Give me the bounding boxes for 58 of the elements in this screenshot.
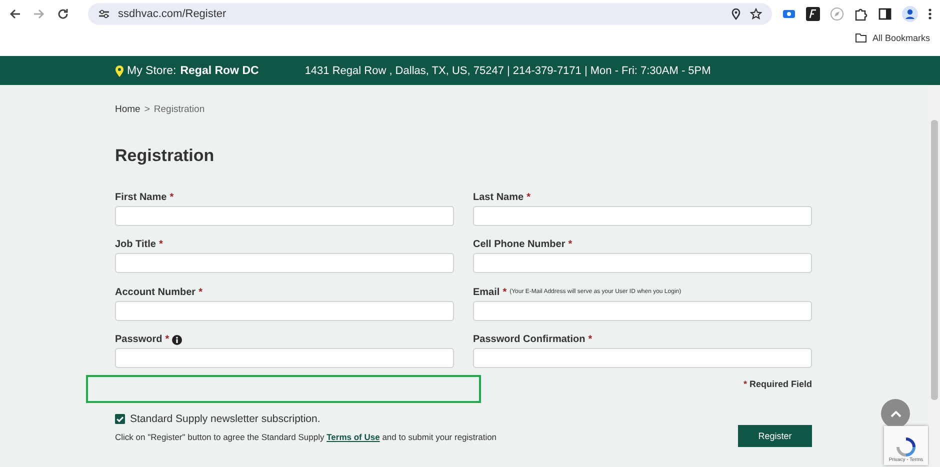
required-marker: *	[502, 286, 507, 298]
all-bookmarks-button[interactable]: All Bookmarks	[855, 33, 930, 43]
field-label: Email	[473, 286, 500, 298]
field-label: Password Confirmation	[473, 334, 586, 345]
side-panel-icon[interactable]	[878, 7, 892, 21]
info-icon[interactable]	[172, 334, 182, 344]
store-details: 1431 Regal Row , Dallas, TX, US, 75247 | 214-379-7171 | Mon - Fri: 7:30AM - 5PM	[304, 64, 711, 76]
register-button[interactable]: Register	[738, 425, 812, 447]
profile-icon[interactable]	[902, 6, 918, 22]
folder-icon	[855, 33, 868, 43]
required-marker: *	[165, 334, 170, 345]
forward-icon[interactable]	[32, 7, 46, 21]
breadcrumb-separator: >	[144, 104, 150, 115]
required-field-note: * Required Field	[743, 379, 812, 389]
input-field[interactable]	[473, 206, 812, 226]
required-marker: *	[568, 239, 572, 250]
location-pin-icon	[115, 64, 124, 76]
location-pin-icon[interactable]	[730, 8, 742, 20]
field-label: Cell Phone Number	[473, 239, 566, 250]
chevron-up-icon	[890, 410, 902, 418]
terms-link[interactable]: Terms of Use	[326, 432, 380, 442]
field-label: Job Title	[115, 239, 156, 250]
input-field[interactable]	[115, 253, 454, 273]
field-label: Last Name	[473, 192, 524, 202]
field-label: Password	[115, 334, 162, 345]
input-field[interactable]	[115, 348, 454, 368]
required-marker: *	[158, 239, 163, 250]
agreement-text: Click on "Register" button to agree the Standard Supply Terms of Use and to submit your registration	[115, 432, 497, 442]
puzzle-icon[interactable]	[854, 7, 868, 21]
address-bar[interactable]: ssdhvac.com/Register	[88, 3, 772, 25]
required-marker: *	[170, 192, 174, 202]
breadcrumb-current: Registration	[154, 104, 205, 115]
newsletter-checkbox[interactable]	[115, 414, 125, 424]
input-field[interactable]	[115, 300, 454, 320]
required-marker: *	[198, 286, 202, 298]
extension-icon[interactable]	[806, 7, 820, 21]
required-marker: *	[526, 192, 530, 202]
store-label: My Store:	[127, 64, 176, 76]
compass-icon[interactable]	[830, 7, 844, 21]
star-icon[interactable]	[750, 8, 762, 20]
newsletter-label: Standard Supply newsletter subscription.	[130, 413, 320, 425]
page-title: Registration	[115, 146, 216, 166]
breadcrumb-link[interactable]: Home	[115, 104, 140, 115]
field-label: First Name	[115, 192, 167, 202]
input-field[interactable]	[473, 253, 812, 273]
input-field[interactable]	[473, 348, 812, 368]
site-settings-icon[interactable]	[98, 9, 110, 19]
field-label: Account Number	[115, 286, 196, 298]
back-icon[interactable]	[8, 7, 22, 21]
required-marker: *	[588, 334, 592, 345]
input-field[interactable]	[115, 206, 454, 226]
scrollbar-thumb[interactable]	[931, 120, 938, 400]
input-field[interactable]	[473, 300, 812, 320]
store-name[interactable]: Regal Row DC	[180, 64, 259, 76]
more-menu-icon[interactable]	[928, 7, 932, 21]
scroll-top-button[interactable]	[881, 399, 910, 428]
reload-icon[interactable]	[56, 7, 70, 21]
recaptcha-icon	[895, 437, 917, 457]
